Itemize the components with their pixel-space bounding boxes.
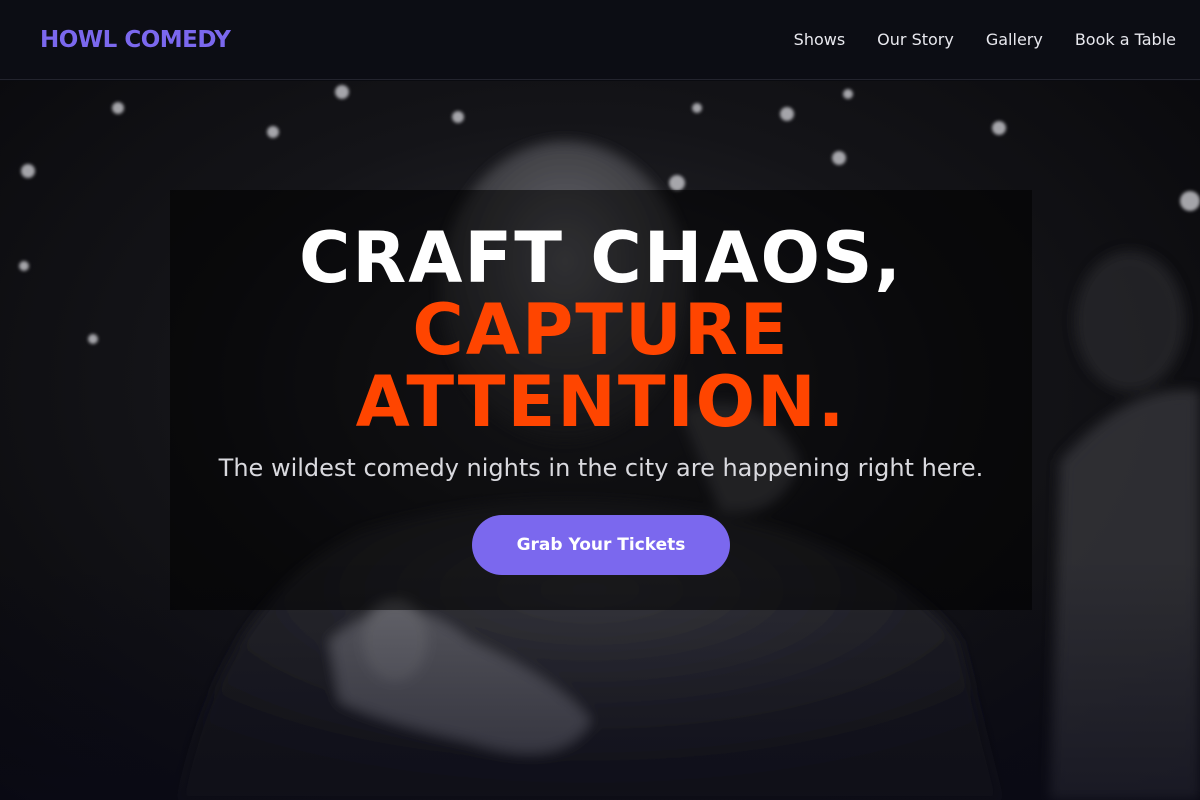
hero-section: CRAFT CHAOS, CAPTURE ATTENTION. The wild… — [0, 81, 1200, 800]
headline-line-1: CRAFT CHAOS, — [298, 217, 904, 299]
landing-page: HOWL COMEDY Shows Our Story Gallery Book… — [0, 0, 1200, 800]
brand-logo[interactable]: HOWL COMEDY — [40, 27, 231, 53]
nav-link-shows[interactable]: Shows — [794, 30, 846, 49]
hero-headline: CRAFT CHAOS, CAPTURE ATTENTION. — [170, 222, 1032, 438]
headline-line-3: ATTENTION. — [355, 361, 847, 443]
nav-link-gallery[interactable]: Gallery — [986, 30, 1043, 49]
headline-line-2: CAPTURE — [412, 289, 790, 371]
hero-content-panel: CRAFT CHAOS, CAPTURE ATTENTION. The wild… — [170, 190, 1032, 610]
hero-subtitle: The wildest comedy nights in the city ar… — [218, 454, 984, 482]
nav-link-book-a-table[interactable]: Book a Table — [1075, 30, 1176, 49]
grab-tickets-button[interactable]: Grab Your Tickets — [472, 515, 730, 575]
nav-links: Shows Our Story Gallery Book a Table — [794, 30, 1176, 49]
navbar: HOWL COMEDY Shows Our Story Gallery Book… — [0, 0, 1200, 80]
nav-link-our-story[interactable]: Our Story — [877, 30, 954, 49]
